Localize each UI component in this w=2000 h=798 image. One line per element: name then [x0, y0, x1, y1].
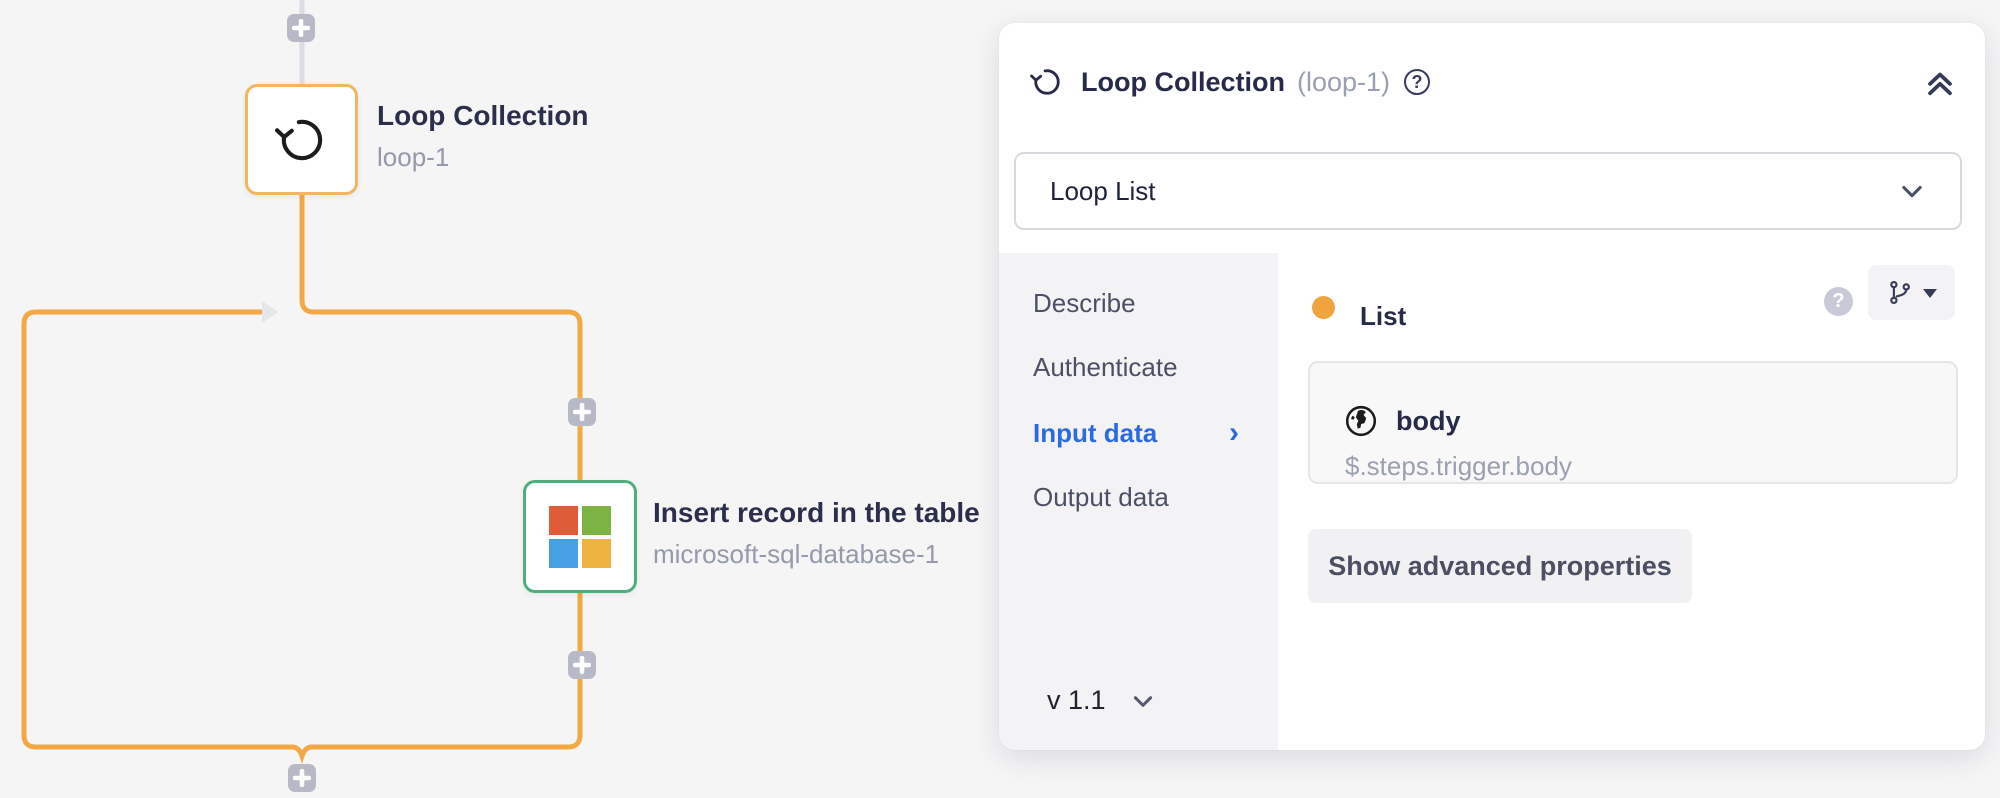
tab-label: Output data — [1033, 480, 1169, 514]
help-icon[interactable]: ? — [1404, 69, 1430, 95]
mapped-value-name: body — [1396, 406, 1461, 437]
plus-icon — [293, 769, 311, 787]
mapped-value-path: $.steps.trigger.body — [1345, 451, 1572, 482]
sql-node-label: Insert record in the table microsoft-sql… — [653, 497, 980, 570]
loop-node-label: Loop Collection loop-1 — [377, 100, 589, 173]
panel-header: Loop Collection (loop-1) ? — [1029, 61, 1955, 103]
sql-node-title: Insert record in the table — [653, 497, 980, 529]
tab-describe[interactable]: Describe — [1033, 286, 1136, 320]
operation-select-value: Loop List — [1050, 176, 1156, 207]
git-branch-icon — [1886, 279, 1913, 306]
chevron-down-icon — [1130, 688, 1156, 714]
tab-input-data[interactable]: Input data › — [1033, 416, 1157, 450]
globe-icon — [1343, 403, 1379, 439]
list-field-label: List — [1360, 301, 1406, 332]
loop-node-subtitle: loop-1 — [377, 142, 589, 173]
loop-icon — [273, 111, 331, 169]
microsoft-logo-icon — [549, 506, 611, 568]
collapse-panel-button[interactable] — [1925, 67, 1955, 97]
panel-sidebar: Describe Authenticate Input data › Outpu… — [999, 253, 1278, 750]
field-help-icon[interactable]: ? — [1824, 287, 1853, 316]
plus-icon — [573, 656, 591, 674]
plus-icon — [292, 19, 310, 37]
tab-label: Authenticate — [1033, 350, 1178, 384]
version-select[interactable]: v 1.1 — [1047, 685, 1156, 716]
tab-label: Input data — [1033, 416, 1157, 450]
chevron-down-icon — [1898, 177, 1926, 205]
loop-node-title: Loop Collection — [377, 100, 589, 132]
add-step-button-before-sql[interactable] — [568, 398, 596, 426]
caret-down-icon — [1922, 287, 1938, 299]
tab-output-data[interactable]: Output data — [1033, 480, 1169, 514]
sql-node-subtitle: microsoft-sql-database-1 — [653, 539, 980, 570]
required-field-dot-icon — [1312, 296, 1335, 319]
loop-return-arrow-icon — [262, 301, 278, 323]
loop-icon — [1029, 64, 1065, 100]
step-properties-panel: Loop Collection (loop-1) ? Loop List Des… — [999, 23, 1985, 750]
mapping-mode-button[interactable] — [1868, 265, 1955, 320]
plus-icon — [573, 403, 591, 421]
operation-select[interactable]: Loop List — [1014, 152, 1962, 230]
version-label: v 1.1 — [1047, 685, 1106, 716]
add-step-button-top[interactable] — [287, 14, 315, 42]
show-advanced-properties-button[interactable]: Show advanced properties — [1308, 529, 1692, 603]
add-step-button-after-sql[interactable] — [568, 651, 596, 679]
add-step-button-bottom[interactable] — [288, 764, 316, 792]
sql-insert-node[interactable] — [523, 480, 637, 593]
chevron-right-icon: › — [1229, 416, 1239, 450]
tab-authenticate[interactable]: Authenticate — [1033, 350, 1178, 384]
double-chevron-up-icon — [1925, 67, 1955, 97]
mapped-value-card[interactable]: body $.steps.trigger.body — [1308, 361, 1958, 484]
tab-label: Describe — [1033, 286, 1136, 320]
loop-collection-node[interactable] — [245, 84, 358, 195]
panel-title: Loop Collection — [1081, 67, 1285, 98]
input-data-content: List ? body — [1278, 253, 1985, 750]
help-glyph: ? — [1832, 290, 1844, 313]
help-glyph: ? — [1412, 72, 1423, 93]
step-id: (loop-1) — [1297, 67, 1390, 98]
